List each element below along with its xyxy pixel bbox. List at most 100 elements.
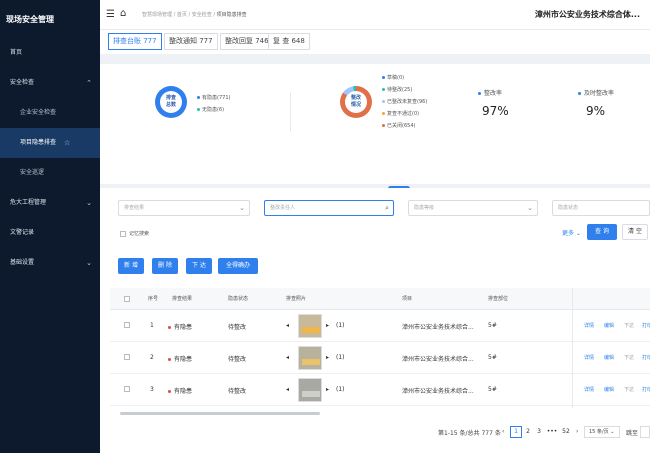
row-result: 有隐患 [168, 322, 192, 331]
breadcrumb-item[interactable]: 智慧现场管理 [142, 12, 172, 18]
detail-link[interactable]: 详情 [584, 386, 594, 393]
column-header: 隐患状态 [228, 296, 249, 302]
row-result: 有隐患 [168, 354, 192, 363]
issue-button[interactable]: 下 达 [186, 258, 212, 274]
more-filters-link[interactable]: 更多 ⌄ [562, 228, 581, 237]
sidebar-item-safety-check[interactable]: 安全检查 ⌃ [0, 68, 100, 98]
remember-search-checkbox[interactable]: 记忆搜索 [120, 230, 149, 237]
hazard-photo[interactable] [298, 378, 322, 402]
column-header: 排查照片 [286, 296, 307, 302]
edit-link[interactable]: 编辑 [604, 386, 614, 393]
column-header: 项目 [402, 296, 413, 302]
page-2[interactable]: 2 [523, 426, 533, 438]
row-part: 5# [488, 322, 497, 329]
prev-photo-icon[interactable]: ◂ [286, 322, 289, 329]
batch-button[interactable]: 全得确办 [218, 258, 258, 274]
table-row[interactable]: 1 有隐患 待整改 ◂ ▸ (1) 漳州市公安业务技术综合... 5# 详情 编… [110, 310, 650, 342]
next-photo-icon[interactable]: ▸ [326, 322, 329, 329]
detail-link[interactable]: 详情 [584, 354, 594, 361]
row-status: 待整改 [228, 324, 247, 331]
star-icon[interactable]: ☆ [64, 128, 70, 158]
prev-photo-icon[interactable]: ◂ [286, 354, 289, 361]
add-button[interactable]: 新 增 [118, 258, 144, 274]
row-number: 1 [150, 322, 154, 329]
photo-count: (1) [336, 386, 345, 393]
issue-link[interactable]: 下达 [624, 386, 634, 393]
page-ellipsis[interactable]: ••• [545, 426, 559, 438]
sidebar-item-enterprise-check[interactable]: 企业安全检查 [0, 98, 100, 128]
inspection-donut-label: 排查 总数 [165, 95, 176, 108]
home-icon[interactable]: ⌂ [120, 8, 126, 19]
page-size-select[interactable]: 15 条/页 ⌄ [584, 426, 620, 438]
table-row[interactable]: 3 有隐患 待整改 ◂ ▸ (1) 漳州市公安业务技术综合... 5# 详情 编… [110, 374, 650, 406]
result-select[interactable]: 排查结果 ⌄ [118, 200, 250, 216]
row-checkbox[interactable] [124, 322, 130, 328]
edit-link[interactable]: 编辑 [604, 354, 614, 361]
prev-photo-icon[interactable]: ◂ [286, 386, 289, 393]
column-header: 序号 [148, 296, 159, 302]
issue-link[interactable]: 下达 [624, 354, 634, 361]
row-part: 5# [488, 354, 497, 361]
sidebar-item-home[interactable]: 首页 [0, 38, 100, 68]
app-title: 现场安全管理 [6, 15, 54, 24]
owner-input[interactable]: 整改责任人 ⌕ [264, 200, 394, 216]
sidebar-item-project-hazard[interactable]: 项目隐患排查 ☆ [0, 128, 100, 158]
next-photo-icon[interactable]: ▸ [326, 386, 329, 393]
status-select[interactable]: 隐患状态 [552, 200, 650, 216]
column-header: 排查部位 [488, 296, 509, 302]
sidebar-item-settings[interactable]: 基础设置 ⌄ [0, 248, 100, 278]
hazard-photo[interactable] [298, 314, 322, 338]
ontime-rate-title: 及时整改率 [578, 88, 614, 97]
row-result: 有隐患 [168, 386, 192, 395]
query-button[interactable]: 查 询 [587, 224, 617, 240]
rectify-donut-label: 整改 情况 [350, 95, 361, 108]
detail-link[interactable]: 详情 [584, 322, 594, 329]
search-icon: ⌕ [385, 204, 389, 212]
legend-item: 复查不通过(0) [382, 110, 419, 117]
prev-page-icon[interactable]: ‹ [502, 428, 504, 435]
tab-notice[interactable]: 整改通知 777 [164, 33, 218, 50]
row-part: 5# [488, 386, 497, 393]
tab-ledger[interactable]: 排查台账 777 [108, 33, 162, 50]
sidebar-item-label: 危大工程管理 [10, 199, 47, 206]
issue-link[interactable]: 下达 [624, 322, 634, 329]
row-status: 待整改 [228, 356, 247, 363]
next-photo-icon[interactable]: ▸ [326, 354, 329, 361]
print-link[interactable]: 打印 [642, 386, 650, 393]
row-number: 2 [150, 354, 154, 361]
edit-link[interactable]: 编辑 [604, 322, 614, 329]
tab-reply[interactable]: 整改回复 746 [220, 33, 274, 50]
table-row[interactable]: 2 有隐患 待整改 ◂ ▸ (1) 漳州市公安业务技术综合... 5# 详情 编… [110, 342, 650, 374]
table-header: 序号 排查结果 隐患状态 排查照片 项目 排查部位 [110, 288, 650, 310]
reset-button[interactable]: 清 空 [622, 224, 648, 240]
pagination-summary: 第1-15 条/总共 777 条 [438, 430, 501, 437]
photo-count: (1) [336, 322, 345, 329]
delete-button[interactable]: 删 除 [152, 258, 178, 274]
breadcrumb-item[interactable]: 首页 [177, 12, 187, 18]
hazard-photo[interactable] [298, 346, 322, 370]
legend-item: 无隐患(6) [197, 106, 224, 113]
menu-fold-icon[interactable]: ☰ [106, 9, 115, 20]
page-1[interactable]: 1 [510, 426, 522, 438]
page-last[interactable]: 52 [560, 426, 572, 438]
legend-item: 有隐患(771) [197, 94, 230, 101]
sidebar: 现场安全管理 首页 安全检查 ⌃ 企业安全检查 项目隐患排查 ☆ 安全巡逻 危大工程… [0, 0, 100, 453]
row-project: 漳州市公安业务技术综合... [402, 356, 474, 363]
row-checkbox[interactable] [124, 386, 130, 392]
print-link[interactable]: 打印 [642, 322, 650, 329]
breadcrumb-item[interactable]: 安全检查 [192, 12, 212, 18]
row-checkbox[interactable] [124, 354, 130, 360]
sidebar-item-patrol[interactable]: 安全巡逻 [0, 158, 100, 188]
print-link[interactable]: 打印 [642, 354, 650, 361]
tab-recheck[interactable]: 复 查 648 [268, 33, 310, 50]
sidebar-item-records[interactable]: 文警记录 [0, 218, 100, 248]
level-select[interactable]: 隐患等级 ⌄ [408, 200, 538, 216]
jump-input[interactable] [640, 426, 650, 438]
select-all-checkbox[interactable] [124, 296, 130, 302]
top-bar: ☰ ⌂ 智慧现场管理 / 首页 / 安全检查 / 项目隐患排查 漳州市公安业务技… [100, 0, 650, 30]
sidebar-item-major-works[interactable]: 危大工程管理 ⌄ [0, 188, 100, 218]
org-selector[interactable]: 漳州市公安业务技术综合体... [535, 9, 640, 20]
page-3[interactable]: 3 [534, 426, 544, 438]
horizontal-scrollbar[interactable] [120, 412, 320, 415]
next-page-icon[interactable]: › [576, 428, 578, 435]
